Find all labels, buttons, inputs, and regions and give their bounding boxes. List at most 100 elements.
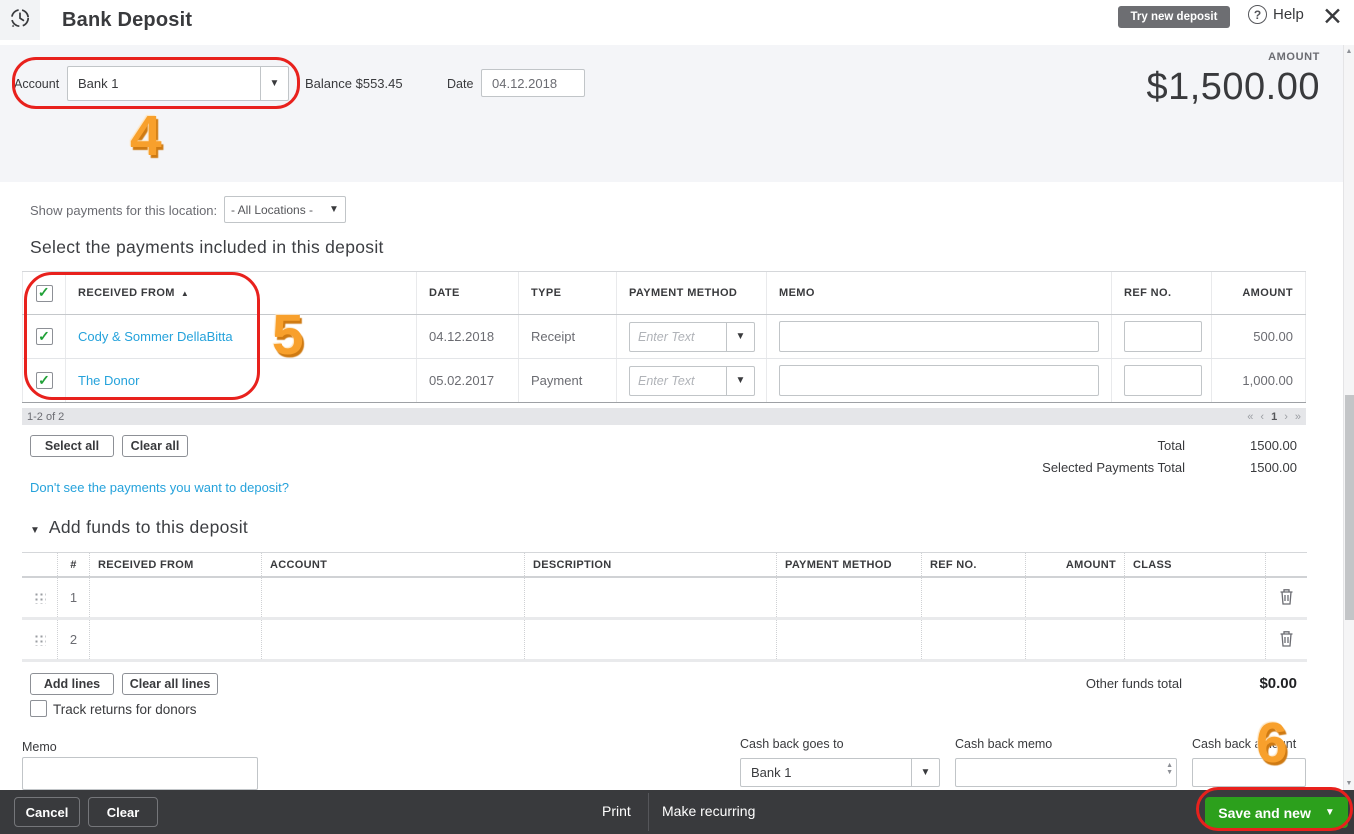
- col-payment-method: PAYMENT METHOD: [777, 553, 922, 576]
- balance-value: $553.45: [355, 76, 403, 91]
- cancel-button[interactable]: Cancel: [14, 797, 80, 827]
- clear-all-button[interactable]: Clear all: [122, 435, 188, 457]
- select-all-checkbox[interactable]: ✓: [35, 284, 53, 302]
- drag-handle-icon[interactable]: [33, 633, 46, 646]
- payment-method-cell[interactable]: [777, 578, 922, 617]
- add-funds-row: 2: [22, 620, 1307, 662]
- payment-method-arrow-icon[interactable]: ▼: [726, 366, 754, 395]
- add-funds-row: 1: [22, 578, 1307, 620]
- cash-back-goes-to-value[interactable]: [741, 759, 911, 786]
- close-icon[interactable]: ✕: [1322, 2, 1343, 32]
- payment-method-input[interactable]: [630, 366, 726, 395]
- line-number: 2: [58, 620, 90, 659]
- col-received-from[interactable]: RECEIVED FROM ▲: [66, 272, 417, 314]
- amount-cell[interactable]: [1026, 620, 1125, 659]
- clear-button[interactable]: Clear: [88, 797, 158, 827]
- payment-method-input[interactable]: [630, 322, 726, 351]
- payment-row: ✓ Cody & Sommer DellaBitta 04.12.2018 Re…: [22, 315, 1306, 359]
- class-cell[interactable]: [1125, 578, 1266, 617]
- recent-transactions-button[interactable]: [0, 0, 40, 40]
- payment-method-select[interactable]: ▼: [629, 321, 755, 352]
- save-options-arrow-icon[interactable]: ▼: [1325, 807, 1335, 818]
- amount-cell[interactable]: [1026, 578, 1125, 617]
- cash-back-goes-to-select[interactable]: ▼: [740, 758, 940, 787]
- delete-line-button[interactable]: [1279, 630, 1294, 650]
- col-ref-no: REF NO.: [922, 553, 1026, 576]
- scroll-up-icon[interactable]: ▲: [1344, 48, 1354, 55]
- print-button[interactable]: Print: [602, 803, 631, 819]
- deposit-memo-textarea[interactable]: [22, 757, 258, 790]
- pagination-prev-icon[interactable]: ‹: [1260, 411, 1264, 423]
- memo-input[interactable]: [779, 321, 1099, 352]
- account-cell[interactable]: [262, 620, 525, 659]
- select-all-button[interactable]: Select all: [30, 435, 114, 457]
- delete-line-button[interactable]: [1279, 588, 1294, 608]
- account-dropdown-arrow-icon[interactable]: ▼: [260, 67, 288, 100]
- received-from-cell[interactable]: [90, 620, 262, 659]
- ref-no-input[interactable]: [1124, 365, 1202, 396]
- ref-no-input[interactable]: [1124, 321, 1202, 352]
- scroll-down-icon[interactable]: ▼: [1344, 780, 1354, 787]
- col-type: TYPE: [519, 272, 617, 314]
- date-field[interactable]: [481, 69, 585, 97]
- received-from-cell[interactable]: [90, 578, 262, 617]
- row-checkbox[interactable]: ✓: [35, 328, 53, 345]
- add-lines-button[interactable]: Add lines: [30, 673, 114, 695]
- help-button[interactable]: ? Help: [1248, 5, 1304, 24]
- location-dropdown-arrow-icon[interactable]: ▼: [323, 197, 345, 222]
- sort-ascending-icon: ▲: [180, 288, 190, 298]
- vertical-scrollbar[interactable]: ▲ ▼: [1343, 45, 1354, 790]
- trash-icon: [1279, 630, 1294, 650]
- col-class: CLASS: [1125, 553, 1266, 576]
- row-checkbox[interactable]: ✓: [35, 372, 53, 389]
- class-cell[interactable]: [1125, 620, 1266, 659]
- location-filter-select[interactable]: ▼: [224, 196, 346, 223]
- account-select[interactable]: ▼: [67, 66, 289, 101]
- description-cell[interactable]: [525, 578, 777, 617]
- balance-group: Balance $553.45: [305, 76, 403, 91]
- payment-method-select[interactable]: ▼: [629, 365, 755, 396]
- trash-icon: [1279, 588, 1294, 608]
- payment-type: Receipt: [519, 315, 617, 358]
- location-filter-value[interactable]: [225, 197, 323, 222]
- try-new-deposit-button[interactable]: Try new deposit: [1118, 6, 1230, 28]
- balance-label: Balance: [305, 76, 352, 91]
- col-ref-no: REF NO.: [1112, 272, 1212, 314]
- ref-no-cell[interactable]: [922, 578, 1026, 617]
- account-select-value[interactable]: [68, 67, 260, 100]
- pagination-page[interactable]: 1: [1271, 411, 1277, 423]
- payment-method-cell[interactable]: [777, 620, 922, 659]
- cash-back-memo-label: Cash back memo: [955, 737, 1053, 751]
- ref-no-cell[interactable]: [922, 620, 1026, 659]
- memo-input[interactable]: [779, 365, 1099, 396]
- pagination-first-icon[interactable]: «: [1247, 411, 1253, 423]
- description-cell[interactable]: [525, 620, 777, 659]
- payment-method-arrow-icon[interactable]: ▼: [726, 322, 754, 351]
- save-and-new-button[interactable]: Save and new ▼: [1205, 797, 1348, 828]
- pagination-last-icon[interactable]: »: [1295, 411, 1301, 423]
- add-funds-heading-row[interactable]: ▼ Add funds to this deposit: [30, 517, 248, 538]
- selected-total-label: Selected Payments Total: [1042, 460, 1185, 475]
- missing-payments-link[interactable]: Don't see the payments you want to depos…: [30, 480, 289, 495]
- payment-date: 05.02.2017: [417, 359, 519, 402]
- cash-back-memo-input[interactable]: [955, 758, 1177, 787]
- cash-back-amount-input[interactable]: [1192, 758, 1306, 787]
- received-from-link[interactable]: Cody & Sommer DellaBitta: [78, 329, 233, 344]
- track-returns-checkbox[interactable]: [30, 700, 47, 717]
- account-label: Account: [14, 77, 60, 91]
- cash-back-goes-to-arrow-icon[interactable]: ▼: [911, 759, 939, 786]
- checkmark-icon: ✓: [37, 284, 51, 300]
- collapse-triangle-icon[interactable]: ▼: [30, 525, 40, 536]
- col-payment-method: PAYMENT METHOD: [617, 272, 767, 314]
- received-from-link[interactable]: The Donor: [78, 373, 139, 388]
- scrollbar-thumb[interactable]: [1345, 395, 1354, 620]
- account-cell[interactable]: [262, 578, 525, 617]
- make-recurring-button[interactable]: Make recurring: [662, 803, 755, 819]
- line-number: 1: [58, 578, 90, 617]
- spinner-arrows-icon[interactable]: ▲ ▼: [1166, 762, 1173, 776]
- payments-table-header: ✓ RECEIVED FROM ▲ DATE TYPE PAYMENT METH…: [22, 271, 1306, 315]
- help-question-icon: ?: [1248, 5, 1267, 24]
- drag-handle-icon[interactable]: [33, 591, 46, 604]
- pagination-next-icon[interactable]: ›: [1284, 411, 1288, 423]
- clear-all-lines-button[interactable]: Clear all lines: [122, 673, 218, 695]
